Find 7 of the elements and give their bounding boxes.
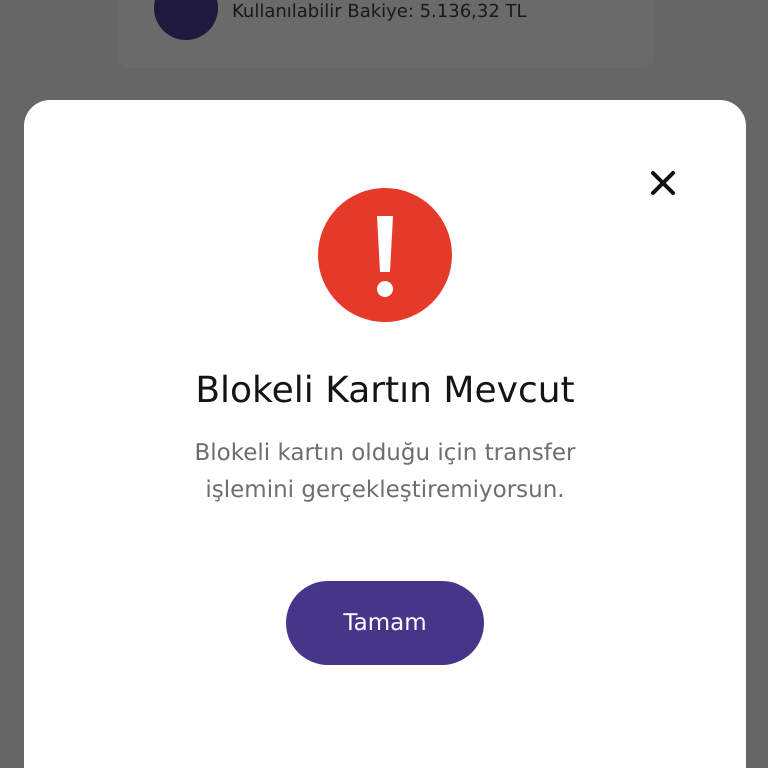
close-icon [650, 170, 676, 196]
dialog-title: Blokeli Kartın Mevcut [195, 370, 575, 411]
close-button[interactable] [650, 170, 676, 196]
dialog-message: Blokeli kartın olduğu için transfer işlemini gerçekleştiremiyorsun. [193, 439, 577, 505]
warning-icon [318, 188, 452, 322]
balance-text: Kullanılabilir Bakiye: 5.136,32 TL [232, 1, 527, 22]
ok-button[interactable]: Tamam [286, 581, 484, 665]
